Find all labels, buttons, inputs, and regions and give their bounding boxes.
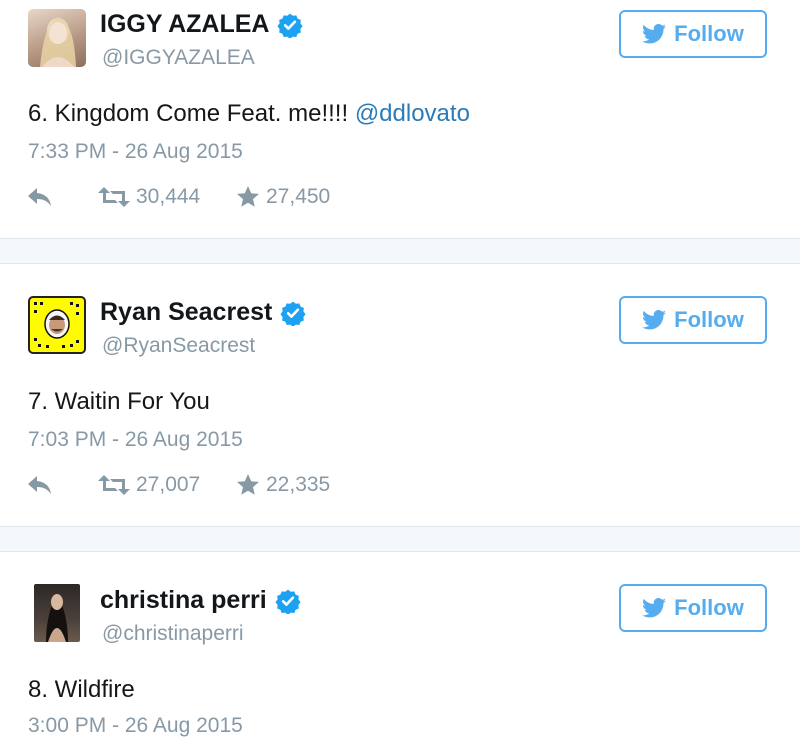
favorite-button[interactable]: 27,450 — [236, 185, 330, 209]
reply-icon — [28, 476, 51, 494]
display-name[interactable]: Ryan Seacrest — [100, 298, 272, 327]
timestamp[interactable]: 7:03 PM - 26 Aug 2015 — [28, 428, 243, 452]
avatar-portrait-icon — [46, 594, 68, 642]
tweet-card: Ryan Seacrest @RyanSeacrest Follow 7. Wa… — [0, 264, 800, 526]
retweet-icon — [98, 475, 130, 495]
avatar[interactable] — [34, 584, 80, 642]
retweet-button[interactable]: 27,007 — [98, 473, 236, 497]
avatar[interactable] — [28, 296, 86, 354]
handle[interactable]: @christinaperri — [102, 622, 244, 646]
handle[interactable]: @IGGYAZALEA — [102, 46, 255, 70]
twitter-bird-icon — [642, 24, 667, 44]
retweet-count: 30,444 — [136, 185, 201, 208]
star-icon — [237, 186, 259, 207]
display-name[interactable]: IGGY AZALEA — [100, 10, 269, 39]
retweet-icon — [98, 187, 130, 207]
mention-link[interactable]: @ddlovato — [355, 100, 470, 127]
snapcode-avatar-icon — [34, 302, 79, 348]
name-row: IGGY AZALEA — [100, 10, 304, 39]
name-row: christina perri — [100, 586, 301, 615]
display-name[interactable]: christina perri — [100, 586, 267, 615]
follow-button-label: Follow — [674, 595, 744, 620]
avatar-portrait-icon — [40, 17, 76, 67]
reply-button[interactable] — [28, 476, 98, 494]
tweet-separator — [0, 526, 800, 552]
follow-button-label: Follow — [674, 307, 744, 332]
tweet-separator — [0, 238, 800, 264]
retweet-button[interactable]: 30,444 — [98, 185, 236, 209]
tweet-text: 7. Waitin For You — [28, 388, 210, 415]
favorite-count: 27,450 — [266, 185, 331, 208]
follow-button[interactable]: Follow — [619, 10, 767, 58]
timestamp[interactable]: 3:00 PM - 26 Aug 2015 — [28, 714, 243, 738]
favorite-count: 22,335 — [266, 473, 331, 496]
reply-button[interactable] — [28, 188, 98, 206]
handle[interactable]: @RyanSeacrest — [102, 334, 255, 358]
tweet-text: 6. Kingdom Come Feat. me!!!! @ddlovato — [28, 100, 470, 128]
timestamp[interactable]: 7:33 PM - 26 Aug 2015 — [28, 140, 243, 164]
follow-button[interactable]: Follow — [619, 296, 767, 344]
favorite-button[interactable]: 22,335 — [236, 473, 330, 497]
verified-badge-icon — [277, 13, 304, 38]
verified-badge-icon — [280, 301, 306, 326]
name-row: Ryan Seacrest — [100, 298, 306, 327]
twitter-bird-icon — [642, 310, 667, 330]
retweet-count: 27,007 — [136, 473, 201, 496]
reply-icon — [28, 188, 51, 206]
verified-badge-icon — [275, 589, 301, 614]
tweet-card: IGGY AZALEA @IGGYAZALEA Follow 6. Kingdo… — [0, 0, 800, 238]
tweet-actions: 30,444 27,450 — [28, 185, 330, 209]
follow-button[interactable]: Follow — [619, 584, 767, 632]
avatar[interactable] — [28, 9, 86, 67]
star-icon — [237, 474, 259, 495]
tweet-text: 8. Wildfire — [28, 676, 135, 703]
tweet-card: christina perri @christinaperri Follow 8… — [0, 552, 800, 742]
twitter-bird-icon — [642, 598, 667, 618]
tweet-text-body: 6. Kingdom Come Feat. me!!!! — [28, 100, 355, 127]
tweet-actions: 27,007 22,335 — [28, 473, 330, 497]
follow-button-label: Follow — [674, 21, 744, 46]
